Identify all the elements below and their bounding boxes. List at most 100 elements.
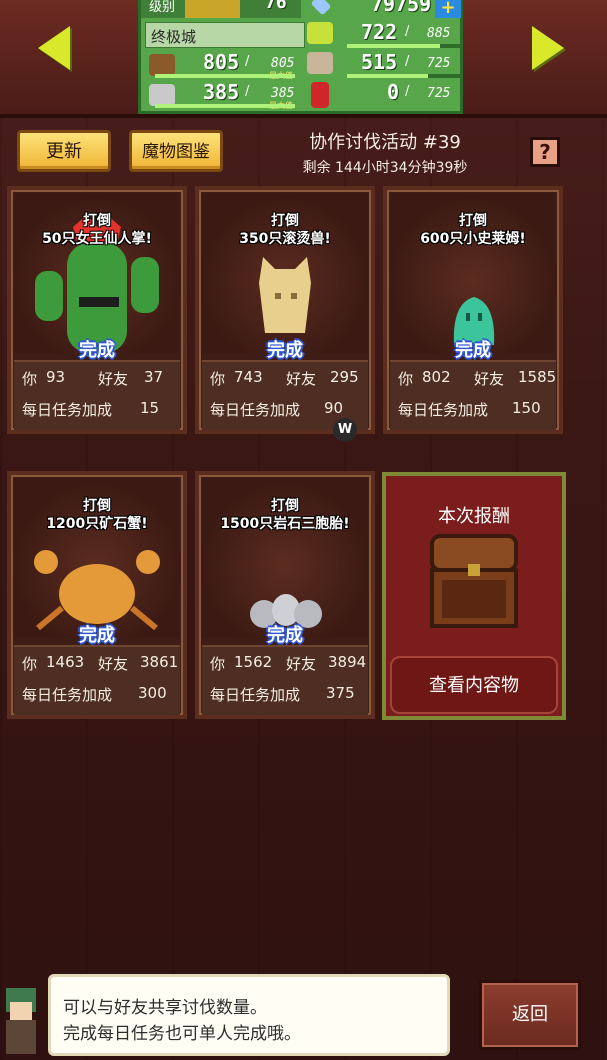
quest-card-ore-crab[interactable]: 打倒 1200只矿石蟹! 完成 你 1463 好友 3861 每日任务加成 30… [7, 471, 187, 719]
complete-label: 完成 [455, 340, 491, 361]
friend-count: 295 [330, 368, 359, 386]
level-badge [185, 0, 240, 18]
you-label: 你 [398, 370, 414, 388]
resource-panel: 级别 76 79759 + 终极城 722 / 885 805 / 805 最大… [138, 0, 463, 114]
quest-target: 1500只岩石三胞胎! [220, 516, 350, 532]
quest-objective: 打倒 1200只矿石蟹! [11, 497, 183, 533]
quest-verb: 打倒 [271, 213, 299, 229]
grass-value: 722 [361, 20, 398, 44]
daily-bonus-label: 每日任务加成 [22, 401, 113, 419]
friend-count: 37 [144, 368, 164, 386]
ruby-value: 0 [387, 80, 400, 104]
friend-label: 好友 [286, 655, 317, 673]
food-icon [307, 52, 333, 74]
bestiary-button[interactable]: 魔物图鉴 [129, 130, 223, 172]
complete-label: 完成 [267, 625, 303, 646]
quest-objective: 打倒 350只滚烫兽! [199, 212, 371, 248]
quest-verb: 打倒 [459, 213, 487, 229]
complete-label: 完成 [267, 340, 303, 361]
ruby-icon [311, 82, 329, 108]
you-label: 你 [210, 655, 226, 673]
top-header: 级别 76 79759 + 终极城 722 / 885 805 / 805 最大… [0, 0, 607, 118]
wood-max: 805 [271, 56, 295, 71]
quest-card-scalding-beast[interactable]: 打倒 350只滚烫兽! 完成 你 743 好友 295 每日任务加成 90 [195, 186, 375, 434]
you-count: 743 [234, 368, 263, 386]
update-button[interactable]: 更新 [17, 130, 111, 172]
you-label: 你 [22, 655, 38, 673]
guide-character-icon [6, 988, 36, 1054]
quest-verb: 打倒 [271, 498, 299, 514]
reward-title: 本次报酬 [438, 506, 510, 527]
quest-objective: 打倒 50只女王仙人掌! [11, 212, 183, 248]
quest-objective: 打倒 600只小史莱姆! [387, 212, 559, 248]
grass-bar [347, 44, 461, 48]
quest-target: 600只小史莱姆! [420, 231, 526, 247]
city-name: 终极城 [151, 28, 197, 46]
event-title: 协作讨伐活动 #39 [309, 132, 461, 153]
daily-bonus-label: 每日任务加成 [210, 401, 301, 419]
complete-label: 完成 [79, 625, 115, 646]
daily-bonus-label: 每日任务加成 [210, 686, 301, 704]
food-value: 515 [361, 50, 398, 74]
w-badge: W [333, 418, 357, 442]
friend-label: 好友 [98, 370, 129, 388]
daily-bonus-value: 90 [324, 399, 344, 417]
event-timer: 剩余 144小时34分钟39秒 [302, 160, 468, 176]
quest-stats: 你 802 好友 1585 每日任务加成 150 [390, 360, 556, 430]
ruby-max: 725 [427, 86, 451, 101]
daily-bonus-label: 每日任务加成 [22, 686, 113, 704]
ore-value: 385 [203, 80, 240, 104]
grass-max: 885 [427, 26, 451, 41]
ore-bar [155, 104, 295, 108]
ore-icon [149, 84, 175, 106]
treasure-chest-icon [430, 534, 518, 628]
you-label: 你 [22, 370, 38, 388]
friend-label: 好友 [474, 370, 505, 388]
ore-max: 385 [271, 86, 295, 101]
arrow-left-icon[interactable] [38, 26, 70, 70]
quest-card-rock-triplets[interactable]: 打倒 1500只岩石三胞胎! 完成 你 1562 好友 3894 每日任务加成 … [195, 471, 375, 719]
friend-count: 1585 [518, 368, 557, 386]
quest-stats: 你 93 好友 37 每日任务加成 15 [14, 360, 180, 430]
quest-target: 1200只矿石蟹! [46, 516, 148, 532]
friend-count: 3894 [328, 653, 367, 671]
level-value: 76 [265, 0, 287, 13]
you-label: 你 [210, 370, 226, 388]
quest-verb: 打倒 [83, 213, 111, 229]
hint-line-2: 完成每日任务也可单人完成哦。 [63, 1024, 301, 1044]
wood-value: 805 [203, 50, 240, 74]
friend-count: 3861 [140, 653, 179, 671]
back-button[interactable]: 返回 [479, 980, 581, 1050]
food-bar [347, 74, 461, 78]
wood-bar [155, 74, 295, 78]
daily-bonus-value: 300 [138, 684, 167, 702]
grass-icon [307, 22, 333, 44]
daily-bonus-value: 150 [512, 399, 541, 417]
you-count: 93 [46, 368, 66, 386]
quest-card-small-slime[interactable]: 打倒 600只小史莱姆! 完成 你 802 好友 1585 每日任务加成 150 [383, 186, 563, 434]
daily-bonus-label: 每日任务加成 [398, 401, 489, 419]
add-gems-button[interactable]: + [435, 0, 461, 18]
food-max: 725 [427, 56, 451, 71]
gem-count: 79759 [371, 0, 432, 16]
level-label: 级别 [149, 0, 176, 15]
help-button[interactable]: ? [530, 137, 560, 167]
complete-label: 完成 [79, 340, 115, 361]
hint-dialog: 可以与好友共享讨伐数量。 完成每日任务也可单人完成哦。 [48, 974, 450, 1056]
scalding-beast-icon [259, 257, 311, 333]
quest-target: 50只女王仙人掌! [42, 231, 152, 247]
hint-line-1: 可以与好友共享讨伐数量。 [63, 998, 267, 1018]
quest-card-queen-cactus[interactable]: 打倒 50只女王仙人掌! 完成 你 93 好友 37 每日任务加成 15 [7, 186, 187, 434]
quest-objective: 打倒 1500只岩石三胞胎! [199, 497, 371, 533]
reward-card[interactable]: 本次报酬 查看内容物 [382, 472, 566, 720]
daily-bonus-value: 375 [326, 684, 355, 702]
view-contents-button[interactable]: 查看内容物 [390, 656, 558, 714]
you-count: 1463 [46, 653, 85, 671]
daily-bonus-value: 15 [140, 399, 160, 417]
you-count: 802 [422, 368, 451, 386]
quest-stats: 你 1463 好友 3861 每日任务加成 300 [14, 645, 180, 715]
arrow-right-icon[interactable] [532, 26, 564, 70]
friend-label: 好友 [98, 655, 129, 673]
quest-stats: 你 1562 好友 3894 每日任务加成 375 [202, 645, 368, 715]
friend-label: 好友 [286, 370, 317, 388]
